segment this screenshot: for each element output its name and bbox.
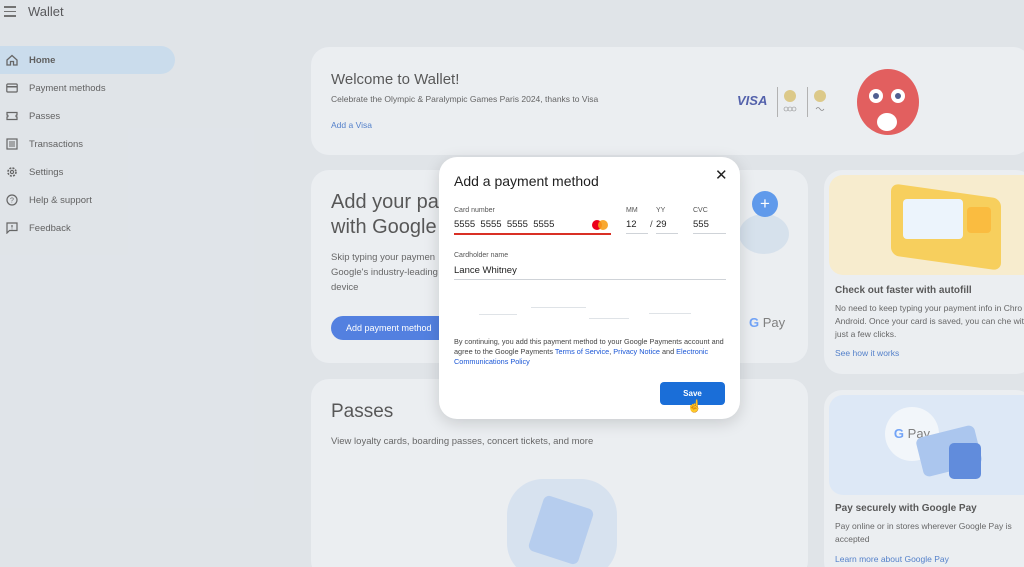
cardholder-underline: [454, 279, 726, 280]
add-payment-method-dialog: Add a payment method ✕ Card number 5555 …: [439, 157, 740, 419]
placeholder-line: [589, 318, 629, 319]
mm-label: MM: [626, 207, 638, 214]
privacy-notice-link[interactable]: Privacy Notice: [613, 347, 660, 356]
cvc-underline: [693, 233, 726, 234]
cvc-input[interactable]: 555: [693, 219, 709, 230]
mastercard-icon: [591, 219, 609, 231]
card-number-underline: [454, 233, 611, 235]
dialog-title: Add a payment method: [454, 173, 599, 189]
expiry-year-input[interactable]: 29: [656, 219, 667, 230]
yy-label: YY: [656, 207, 666, 214]
yy-underline: [656, 233, 678, 234]
card-number-input[interactable]: 5555 5555 5555 5555: [454, 219, 554, 230]
legal-and: and: [659, 347, 677, 356]
card-number-label: Card number: [454, 207, 495, 214]
cvc-label: CVC: [693, 207, 708, 214]
expiry-month-input[interactable]: 12: [626, 219, 637, 230]
mm-underline: [626, 233, 648, 234]
placeholder-line: [649, 313, 691, 314]
cardholder-label: Cardholder name: [454, 252, 509, 259]
close-icon[interactable]: ✕: [715, 166, 728, 184]
cardholder-name-input[interactable]: Lance Whitney: [454, 265, 517, 276]
terms-of-service-link[interactable]: Terms of Service: [555, 347, 609, 356]
pointer-cursor-icon: ☝: [687, 399, 702, 413]
legal-text: By continuing, you add this payment meth…: [454, 337, 729, 367]
placeholder-line: [531, 307, 586, 308]
placeholder-line: [479, 314, 517, 315]
expiry-separator: /: [650, 219, 653, 230]
